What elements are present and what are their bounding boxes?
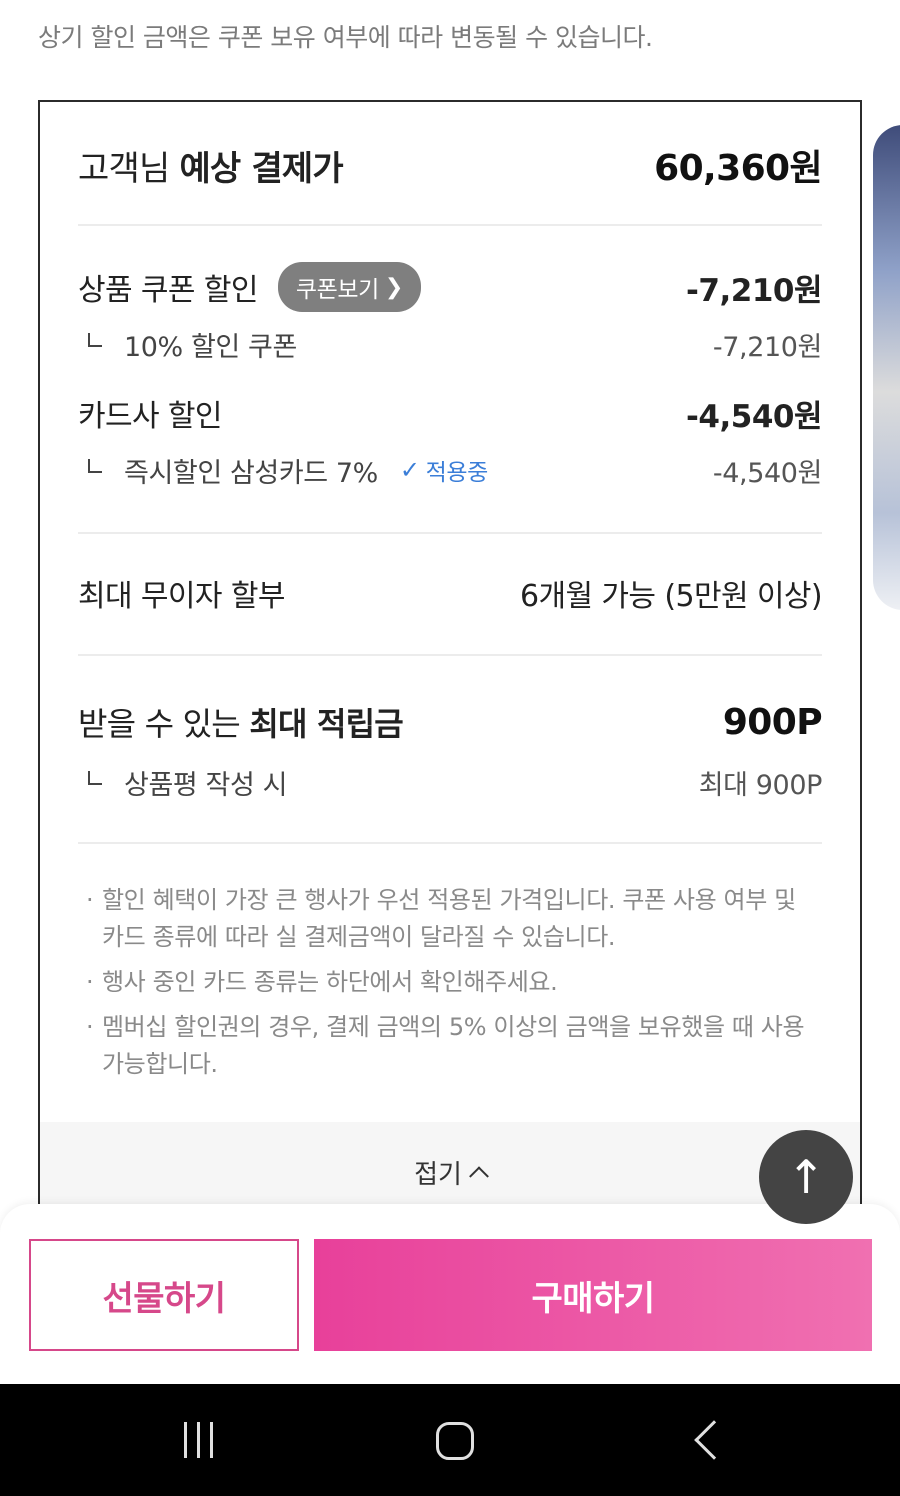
card-sub-amount: -4,540원 bbox=[712, 457, 822, 489]
back-icon[interactable] bbox=[694, 1420, 734, 1460]
arrow-up-icon: ↑ bbox=[786, 1150, 826, 1204]
points-row: 받을 수 있는 최대 적립금 900P bbox=[78, 696, 823, 748]
expected-price-title-bold: 예상 결제가 bbox=[179, 148, 343, 189]
divider bbox=[78, 842, 822, 844]
note-text: 할인 혜택이 가장 큰 행사가 우선 적용된 가격입니다. 쿠폰 사용 여부 및… bbox=[102, 886, 796, 951]
divider bbox=[78, 532, 822, 534]
note-text: 멤버십 할인권의 경우, 결제 금액의 5% 이상의 금액을 보유했을 때 사용… bbox=[102, 1013, 805, 1078]
product-thumbnail-peek[interactable] bbox=[873, 125, 900, 610]
points-label-bold: 최대 적립금 bbox=[249, 705, 403, 743]
installment-label: 최대 무이자 할부 bbox=[78, 579, 285, 614]
coupon-discount-label-group: 상품 쿠폰 할인 쿠폰보기 ❯ bbox=[78, 262, 421, 312]
installment-row: 최대 무이자 할부 6개월 가능 (5만원 이상) bbox=[78, 568, 823, 618]
fold-label: 접기 bbox=[414, 1159, 462, 1190]
bullet: · bbox=[86, 886, 94, 914]
coupon-discount-amount: -7,210원 bbox=[686, 272, 822, 309]
points-sub-value: 최대 900P bbox=[698, 769, 823, 801]
scroll-to-top-button[interactable]: ↑ bbox=[759, 1130, 853, 1224]
home-icon[interactable] bbox=[436, 1422, 474, 1460]
view-coupons-label: 쿠폰보기 bbox=[295, 277, 379, 303]
note-item: · 할인 혜택이 가장 큰 행사가 우선 적용된 가격입니다. 쿠폰 사용 여부… bbox=[86, 882, 822, 956]
card-sub-row: 즉시할인 삼성카드 7% ✓ 적용중 -4,540원 bbox=[78, 450, 822, 490]
buy-button[interactable]: 구매하기 bbox=[314, 1239, 872, 1351]
divider bbox=[78, 224, 822, 226]
price-summary-content: 고객님 예상 결제가 60,360원 상품 쿠폰 할인 쿠폰보기 ❯ -7,21… bbox=[78, 102, 823, 1210]
recent-apps-icon[interactable] bbox=[184, 1422, 213, 1458]
points-label: 받을 수 있는 최대 적립금 bbox=[78, 699, 404, 745]
bullet: · bbox=[86, 1013, 94, 1041]
points-value: 900P bbox=[722, 701, 823, 743]
sub-item-corner-icon bbox=[88, 771, 102, 785]
coupon-sub-label-group: 10% 할인 쿠폰 bbox=[78, 325, 297, 364]
card-discount-row: 카드사 할인 -4,540원 bbox=[78, 388, 822, 438]
chevron-right-icon: ❯ bbox=[384, 274, 403, 300]
coupon-discount-row: 상품 쿠폰 할인 쿠폰보기 ❯ -7,210원 bbox=[78, 262, 822, 312]
sub-item-corner-icon bbox=[88, 459, 102, 473]
price-notes: · 할인 혜택이 가장 큰 행사가 우선 적용된 가격입니다. 쿠폰 사용 여부… bbox=[86, 882, 822, 1091]
expected-price-amount: 60,360원 bbox=[654, 148, 822, 189]
points-sub-label-group: 상품평 작성 시 bbox=[78, 763, 287, 802]
chevron-up-icon bbox=[469, 1166, 489, 1187]
system-navigation-bar bbox=[0, 1384, 900, 1496]
check-icon: ✓ bbox=[399, 456, 420, 484]
expected-price-title: 고객님 예상 결제가 bbox=[78, 141, 344, 190]
bullet: · bbox=[86, 968, 94, 996]
purchase-action-bar: 선물하기 구매하기 bbox=[0, 1204, 900, 1384]
divider bbox=[78, 654, 822, 656]
card-sub-label-group: 즉시할인 삼성카드 7% ✓ 적용중 bbox=[78, 451, 488, 490]
expected-price-title-prefix: 고객님 bbox=[78, 148, 180, 189]
discount-notice: 상기 할인 금액은 쿠폰 보유 여부에 따라 변동될 수 있습니다. bbox=[38, 23, 653, 52]
coupon-sub-label: 10% 할인 쿠폰 bbox=[124, 331, 297, 363]
points-label-prefix: 받을 수 있는 bbox=[78, 705, 250, 743]
note-text: 행사 중인 카드 종류는 하단에서 확인해주세요. bbox=[102, 968, 558, 996]
expected-price-row: 고객님 예상 결제가 60,360원 bbox=[78, 140, 823, 190]
fold-button[interactable]: 접기 bbox=[40, 1122, 860, 1210]
points-sub-row: 상품평 작성 시 최대 900P bbox=[78, 762, 822, 802]
card-discount-amount: -4,540원 bbox=[686, 398, 822, 435]
price-summary-panel: 고객님 예상 결제가 60,360원 상품 쿠폰 할인 쿠폰보기 ❯ -7,21… bbox=[38, 100, 862, 1210]
note-item: · 멤버십 할인권의 경우, 결제 금액의 5% 이상의 금액을 보유했을 때 … bbox=[86, 1009, 822, 1083]
card-sub-label: 즉시할인 삼성카드 7% bbox=[124, 457, 378, 489]
applied-label: 적용중 bbox=[425, 460, 489, 486]
coupon-sub-row: 10% 할인 쿠폰 -7,210원 bbox=[78, 324, 822, 364]
view-coupons-button[interactable]: 쿠폰보기 ❯ bbox=[277, 262, 421, 312]
points-sub-label: 상품평 작성 시 bbox=[124, 769, 288, 801]
gift-button[interactable]: 선물하기 bbox=[29, 1239, 299, 1351]
note-item: · 행사 중인 카드 종류는 하단에서 확인해주세요. bbox=[86, 964, 822, 1001]
card-discount-label: 카드사 할인 bbox=[78, 399, 223, 434]
coupon-sub-amount: -7,210원 bbox=[712, 331, 822, 363]
sub-item-corner-icon bbox=[88, 333, 102, 347]
installment-value: 6개월 가능 (5만원 이상) bbox=[520, 579, 823, 614]
coupon-discount-label: 상품 쿠폰 할인 bbox=[78, 273, 258, 308]
applied-status: ✓ 적용중 bbox=[400, 453, 488, 487]
